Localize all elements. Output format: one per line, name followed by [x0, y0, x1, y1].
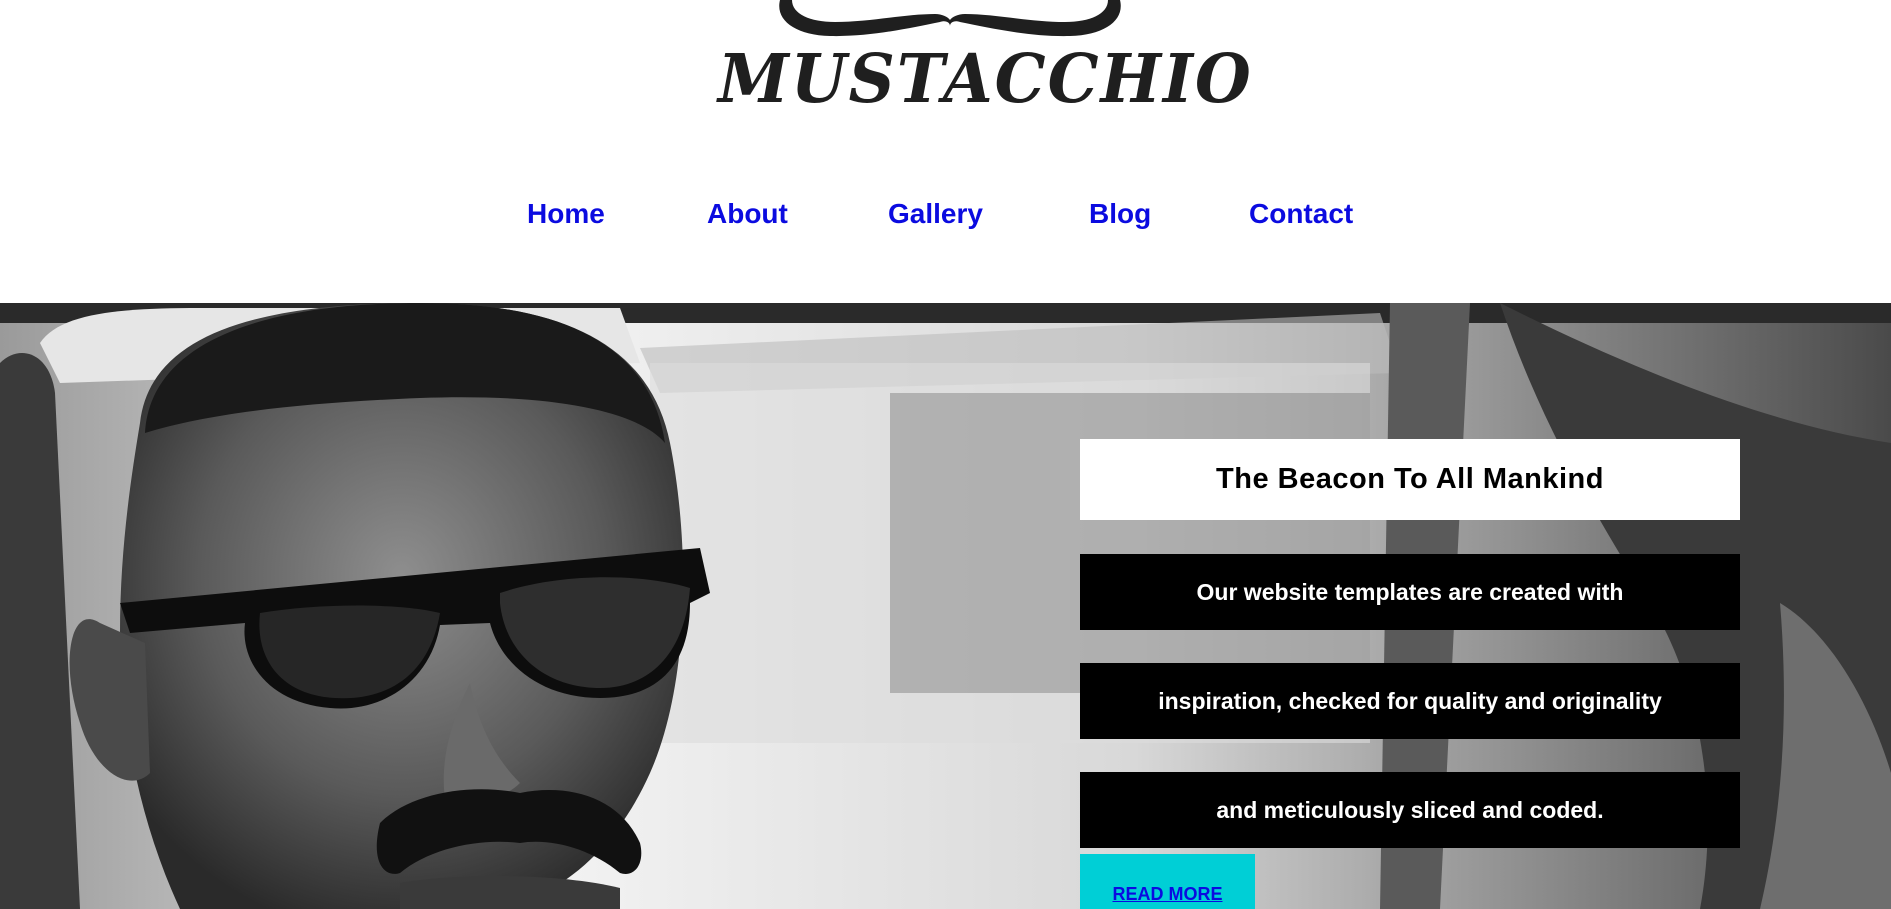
site-logo[interactable]: MUSTACCHIO: [710, 0, 1251, 130]
hero-text-line-3: and meticulously sliced and coded.: [1080, 772, 1740, 848]
site-header: MUSTACCHIO Home About Gallery Blog Conta…: [0, 0, 1891, 303]
nav-blog[interactable]: Blog: [1089, 198, 1151, 230]
hero-text-line-1: Our website templates are created with: [1080, 554, 1740, 630]
nav-home[interactable]: Home: [527, 198, 605, 230]
nav-gallery[interactable]: Gallery: [888, 198, 983, 230]
read-more-button[interactable]: READ MORE: [1080, 854, 1255, 909]
main-nav: Home About Gallery Blog Contact: [0, 198, 1891, 240]
hero-title: The Beacon To All Mankind: [1080, 439, 1740, 520]
read-more-link[interactable]: READ MORE: [1112, 884, 1222, 905]
nav-contact[interactable]: Contact: [1249, 198, 1353, 230]
hero-text-line-2: inspiration, checked for quality and ori…: [1080, 663, 1740, 739]
nav-about[interactable]: About: [707, 198, 788, 230]
logo-wordmark: MUSTACCHIO: [718, 40, 1253, 119]
